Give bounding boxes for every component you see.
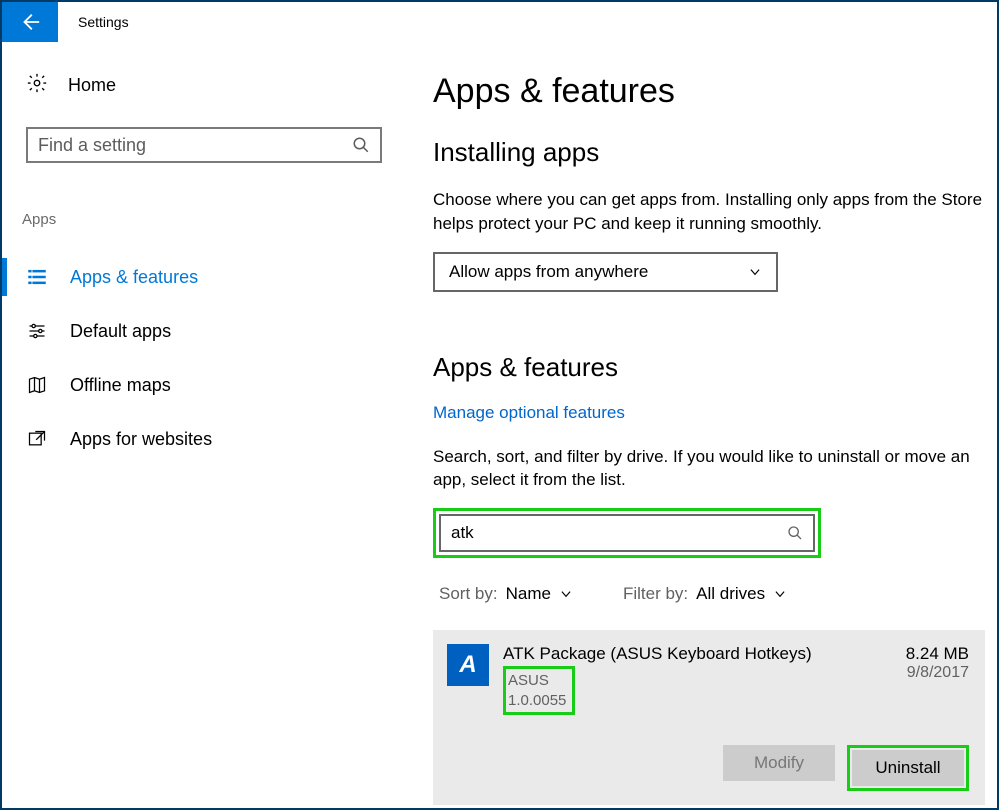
sidebar-category: Apps [20, 211, 397, 228]
main-content: Apps & features Installing apps Choose w… [397, 42, 997, 808]
sidebar-search[interactable]: Find a setting [26, 127, 382, 163]
window-title: Settings [58, 2, 129, 42]
nav-default-apps[interactable]: Default apps [2, 304, 397, 358]
dropdown-value: Allow apps from anywhere [449, 262, 748, 282]
app-icon: A [447, 644, 489, 686]
nav-apps-features[interactable]: Apps & features [2, 250, 397, 304]
sliders-icon [26, 320, 48, 342]
install-source-dropdown[interactable]: Allow apps from anywhere [433, 252, 778, 292]
back-button[interactable] [2, 2, 58, 42]
search-icon [352, 136, 370, 154]
back-arrow-icon [19, 11, 41, 33]
gear-icon [26, 72, 48, 99]
app-icon-letter: A [459, 651, 476, 679]
nav-apps-websites[interactable]: Apps for websites [2, 412, 397, 466]
open-external-icon [26, 428, 48, 450]
search-icon [787, 525, 803, 541]
uninstall-button[interactable]: Uninstall [852, 750, 964, 786]
app-size: 8.24 MB [906, 644, 969, 664]
map-icon [26, 374, 48, 396]
chevron-down-icon [773, 587, 787, 601]
app-search-value: atk [451, 523, 787, 543]
chevron-down-icon [748, 265, 762, 279]
filter-by[interactable]: Filter by: All drives [623, 584, 787, 604]
installing-title: Installing apps [433, 137, 997, 168]
sidebar-search-placeholder: Find a setting [38, 135, 352, 156]
sidebar: Home Find a setting Apps Apps & features… [2, 42, 397, 808]
sort-label: Sort by: [439, 584, 498, 604]
filter-value: All drives [696, 584, 765, 604]
installing-desc: Choose where you can get apps from. Inst… [433, 188, 983, 236]
publisher-highlight: ASUS 1.0.0055 [503, 666, 575, 715]
app-date: 9/8/2017 [906, 664, 969, 682]
app-publisher: ASUS [508, 671, 566, 691]
home-button[interactable]: Home [20, 72, 397, 99]
nav-label: Apps for websites [70, 429, 212, 450]
apps-desc: Search, sort, and filter by drive. If yo… [433, 445, 983, 493]
sort-by[interactable]: Sort by: Name [439, 584, 573, 604]
filter-label: Filter by: [623, 584, 688, 604]
sidebar-nav: Apps & features Default apps Offline map… [2, 250, 397, 466]
page-title: Apps & features [433, 72, 997, 111]
app-version: 1.0.0055 [508, 691, 566, 711]
nav-label: Default apps [70, 321, 171, 342]
modify-button: Modify [723, 745, 835, 781]
app-search-highlight: atk [433, 508, 821, 558]
manage-optional-link[interactable]: Manage optional features [433, 403, 625, 423]
nav-label: Offline maps [70, 375, 171, 396]
home-label: Home [68, 75, 116, 96]
app-list-item[interactable]: A ATK Package (ASUS Keyboard Hotkeys) AS… [433, 630, 985, 805]
apps-section-title: Apps & features [433, 352, 997, 383]
filter-row: Sort by: Name Filter by: All drives [433, 584, 997, 604]
app-name: ATK Package (ASUS Keyboard Hotkeys) [503, 644, 892, 664]
chevron-down-icon [559, 587, 573, 601]
nav-offline-maps[interactable]: Offline maps [2, 358, 397, 412]
sort-value: Name [506, 584, 551, 604]
app-search-input[interactable]: atk [439, 514, 815, 552]
uninstall-highlight: Uninstall [847, 745, 969, 791]
list-icon [26, 266, 48, 288]
nav-label: Apps & features [70, 267, 198, 288]
title-bar: Settings [2, 2, 997, 42]
